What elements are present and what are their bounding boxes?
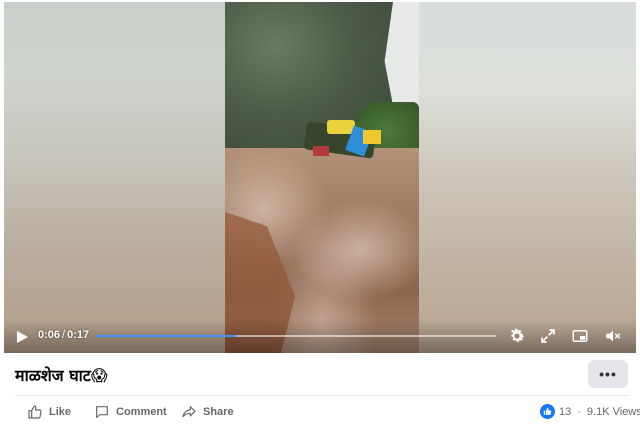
view-count: 9.1K Views: [586, 405, 640, 418]
vehicle: [303, 120, 397, 164]
comment-button[interactable]: Comment: [94, 404, 167, 420]
comment-icon: [94, 404, 110, 420]
time-separator: /: [62, 329, 66, 341]
share-label: Share: [203, 406, 234, 418]
post-title: माळशेज घाट😱: [15, 366, 108, 385]
comment-label: Comment: [116, 406, 167, 418]
share-icon: [181, 404, 197, 420]
stats-separator: ·: [577, 405, 581, 418]
divider: [15, 395, 629, 396]
duration: 0:17: [67, 329, 90, 341]
more-options-label: •••: [599, 366, 617, 382]
play-icon[interactable]: [16, 330, 28, 343]
reaction-count: 13: [559, 405, 572, 418]
thumbs-up-icon: [27, 404, 43, 420]
reaction-summary[interactable]: 13 · 9.1K Views: [540, 404, 640, 419]
expand-icon[interactable]: [539, 327, 557, 345]
video-controls: 0:06/0:17: [4, 319, 636, 353]
share-button[interactable]: Share: [181, 404, 234, 420]
video-blur-background-left: [4, 2, 225, 353]
video-time: 0:06/0:17: [38, 329, 89, 341]
video-frame[interactable]: [225, 2, 419, 353]
picture-in-picture-icon[interactable]: [571, 327, 589, 345]
video-blur-background-right: [419, 2, 636, 353]
gear-icon[interactable]: [508, 327, 526, 345]
like-label: Like: [49, 406, 72, 418]
current-time: 0:06: [38, 329, 61, 341]
more-options-button[interactable]: •••: [588, 360, 628, 388]
video-player[interactable]: 0:06/0:17: [4, 2, 636, 353]
like-reaction-icon: [540, 404, 555, 419]
progress-fill: [96, 335, 236, 337]
post-actions: Like Comment Share 13 · 9.1K Views: [0, 400, 640, 426]
like-button[interactable]: Like: [27, 404, 71, 420]
volume-muted-icon[interactable]: [604, 327, 622, 345]
progress-bar[interactable]: [96, 335, 496, 337]
